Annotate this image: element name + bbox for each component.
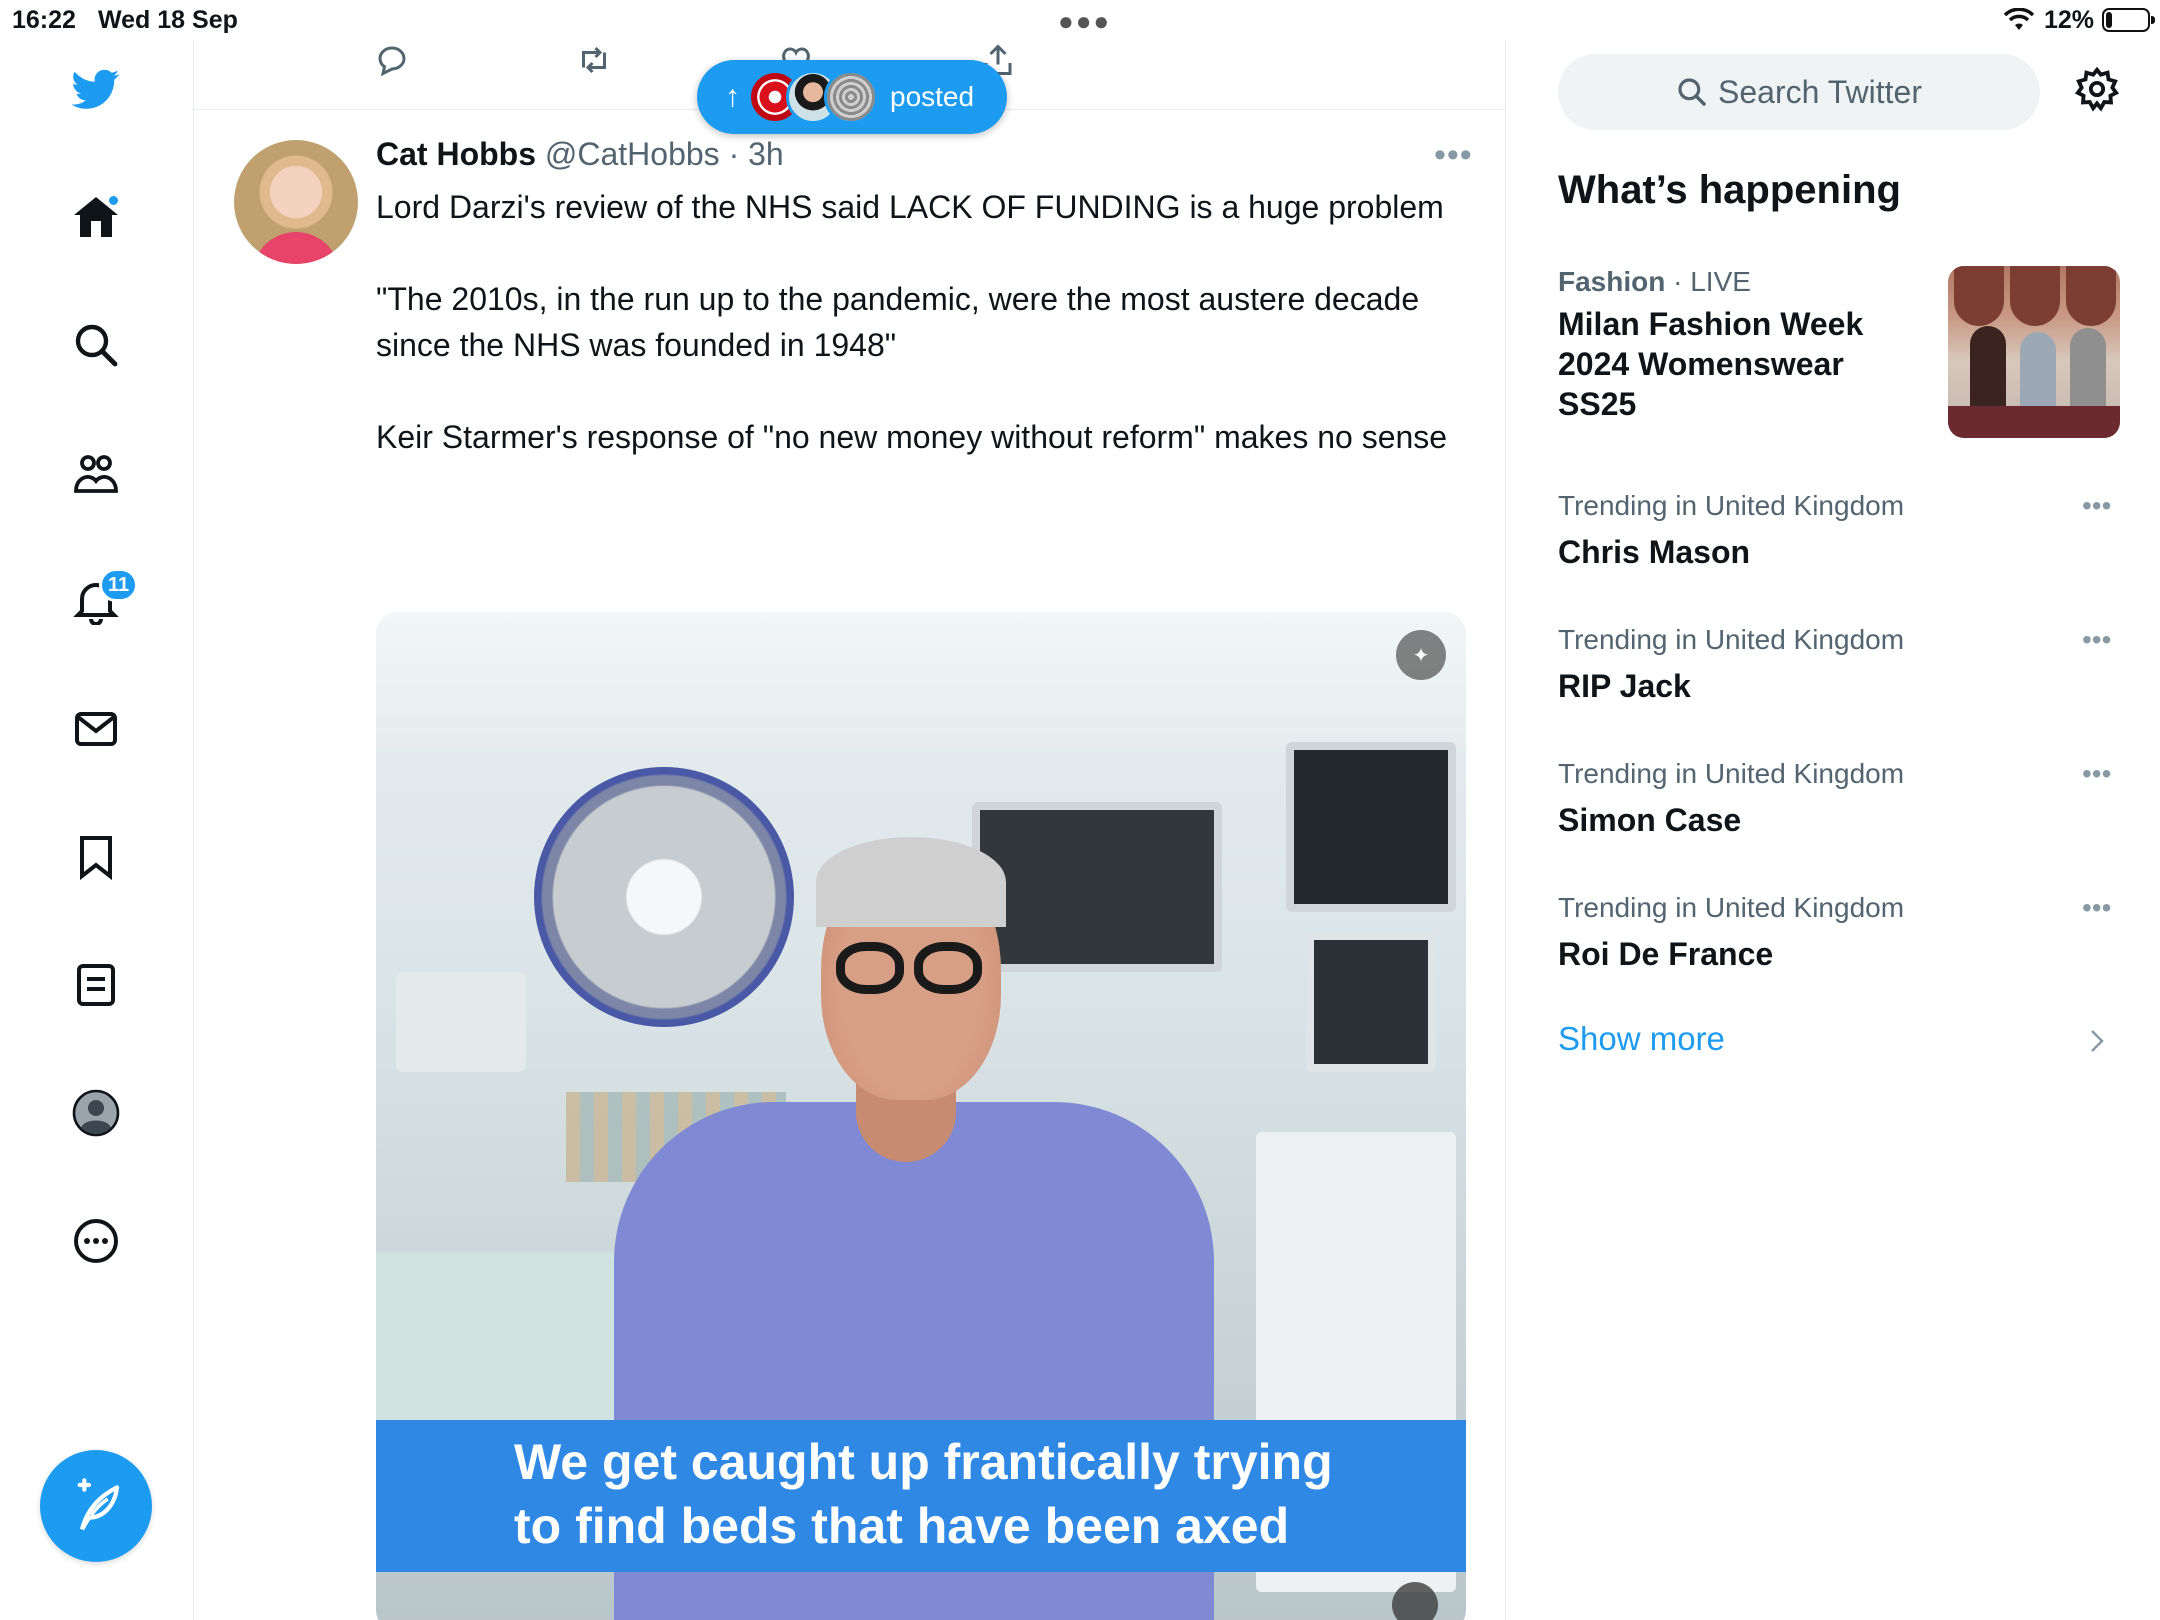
trend-thumbnail — [1948, 266, 2120, 438]
app-root: 16:22 Wed 18 Sep ●●● 12% 11 ↑ posted Cat… — [0, 0, 2160, 1620]
notifications-badge: 11 — [99, 568, 139, 602]
trend-more-icon[interactable]: ••• — [2082, 892, 2111, 924]
tweet-separator: · — [728, 136, 740, 172]
thumb-arch — [1954, 266, 2004, 326]
trend-category: Trending in United Kingdom — [1558, 758, 1905, 789]
show-more-link[interactable]: Show more — [1558, 1020, 1725, 1058]
trend-title: Roi De France — [1558, 936, 1774, 972]
timeline[interactable]: ↑ posted Cat Hobbs @CatHobbs · 3h ••• Lo… — [194, 40, 1506, 1620]
video-caption-line-1: We get caught up frantically trying — [514, 1434, 1333, 1490]
thumb-fabric — [1948, 406, 2120, 438]
trend-live-status: LIVE — [1690, 266, 1751, 297]
battery-percent: 12% — [2044, 6, 2095, 34]
person-glasses — [836, 942, 904, 994]
avatar-shirt — [252, 232, 340, 264]
wifi-icon — [2004, 8, 2034, 30]
trend-more-icon[interactable]: ••• — [2082, 758, 2111, 790]
home-unread-dot — [107, 194, 120, 207]
status-time: 16:22 — [12, 6, 76, 34]
settings-gear-icon[interactable] — [2074, 66, 2126, 118]
tweet-time[interactable]: 3h — [748, 136, 784, 172]
tweet-author-name[interactable]: Cat Hobbs — [376, 136, 536, 172]
video-caption-line-2: to find beds that have been axed — [514, 1498, 1290, 1554]
search-placeholder: Search Twitter — [1718, 73, 1922, 110]
trend-title: Milan Fashion Week 2024 Womenswear SS25 — [1558, 306, 1864, 422]
trend-item[interactable]: Trending in United Kingdom Roi De France… — [1558, 892, 2118, 992]
person-hair — [816, 837, 1006, 927]
search-input[interactable]: Search Twitter — [1558, 54, 2040, 130]
trend-item[interactable]: Trending in United Kingdom RIP Jack ••• — [1558, 624, 2118, 724]
retweet-icon[interactable] — [576, 42, 620, 86]
tweet-author-handle[interactable]: @CatHobbs — [545, 136, 720, 172]
avatar[interactable] — [234, 140, 358, 264]
reply-icon[interactable] — [374, 42, 418, 86]
right-sidebar: Search Twitter What’s happening Fashion … — [1506, 40, 2160, 1620]
video-monitor — [1306, 932, 1436, 1072]
trend-item[interactable]: Trending in United Kingdom Chris Mason •… — [1558, 490, 2118, 590]
compose-button[interactable] — [40, 1450, 152, 1562]
messages-icon[interactable] — [69, 702, 123, 756]
video-logo-icon: ✦ — [1396, 630, 1446, 680]
arrow-up-icon: ↑ — [725, 80, 740, 113]
more-icon[interactable] — [69, 1214, 123, 1268]
trend-title: RIP Jack — [1558, 668, 1691, 704]
thumb-arch — [2066, 266, 2116, 326]
compose-icon — [77, 1478, 120, 1531]
search-icon[interactable] — [69, 318, 123, 372]
lists-icon[interactable] — [69, 958, 123, 1012]
battery-icon — [2102, 8, 2155, 32]
tweet-header: Cat Hobbs @CatHobbs · 3h — [376, 136, 784, 173]
notifications-icon[interactable]: 11 — [69, 568, 139, 628]
mute-icon[interactable] — [1392, 1582, 1438, 1620]
tweet-more-icon[interactable]: ••• — [1434, 136, 1473, 175]
trend-category-label: Fashion — [1558, 266, 1666, 297]
search-icon — [1678, 78, 1706, 106]
trend-more-icon[interactable]: ••• — [2082, 490, 2111, 522]
trend-more-icon[interactable]: ••• — [2082, 624, 2111, 656]
trend-category: Trending in United Kingdom — [1558, 624, 1905, 655]
twitter-bird-icon[interactable] — [69, 62, 123, 116]
tweet-text: Lord Darzi's review of the NHS said LACK… — [376, 189, 1448, 455]
status-date: Wed 18 Sep — [98, 6, 238, 34]
pill-label: posted — [890, 81, 975, 112]
home-icon[interactable] — [69, 190, 123, 244]
trend-featured[interactable]: Fashion · LIVE Milan Fashion Week 2024 W… — [1558, 266, 2120, 446]
thumb-arch — [2010, 266, 2060, 326]
video-monitor — [1286, 742, 1456, 912]
trend-title: Chris Mason — [1558, 534, 1751, 570]
tweet-video[interactable]: ✦ We get caught up frantically trying to… — [376, 612, 1466, 1620]
trend-category: Trending in United Kingdom — [1558, 892, 1905, 923]
trend-title: Simon Case — [1558, 802, 1742, 838]
person-glasses — [914, 942, 982, 994]
trend-item[interactable]: Trending in United Kingdom Simon Case ••… — [1558, 758, 2118, 858]
video-ceiling — [376, 612, 1466, 752]
video-machine — [396, 972, 526, 1072]
trend-category: Trending in United Kingdom — [1558, 490, 1905, 521]
surgical-lamp — [534, 767, 794, 1027]
whats-happening-title: What’s happening — [1558, 168, 1901, 212]
communities-icon[interactable] — [69, 446, 123, 500]
tweet[interactable]: Cat Hobbs @CatHobbs · 3h ••• Lord Darzi'… — [194, 110, 1506, 1620]
status-bar: 16:22 Wed 18 Sep ●●● 12% — [0, 0, 2160, 40]
left-nav: 11 — [0, 40, 194, 1620]
multitasking-dots-icon[interactable]: ●●● — [1058, 6, 1111, 37]
chevron-right-icon[interactable] — [2086, 1026, 2110, 1056]
video-monitor — [972, 802, 1222, 972]
profile-icon[interactable] — [69, 1086, 123, 1140]
video-caption: We get caught up frantically trying to f… — [376, 1420, 1466, 1572]
bookmarks-icon[interactable] — [69, 830, 123, 884]
